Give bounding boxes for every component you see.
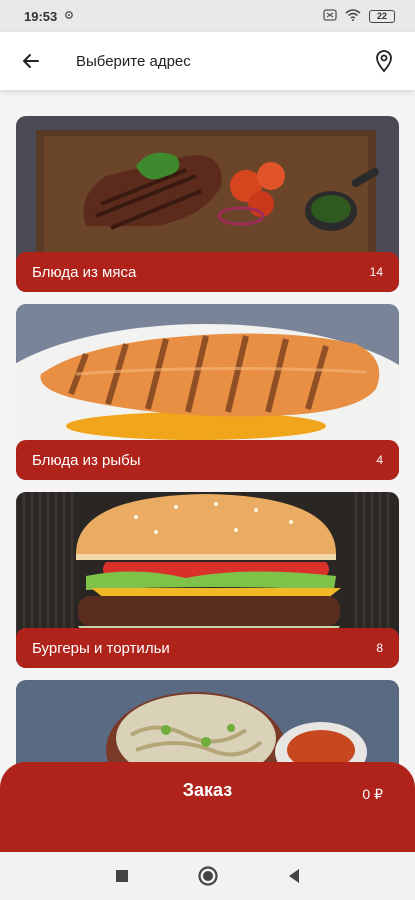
home-icon[interactable] bbox=[196, 864, 220, 888]
category-label-bar: Бургеры и тортильи 8 bbox=[16, 628, 399, 668]
wifi-icon bbox=[345, 8, 361, 24]
category-count: 14 bbox=[369, 265, 383, 279]
category-name: Блюда из рыбы bbox=[32, 451, 141, 469]
category-name: Блюда из мяса bbox=[32, 263, 137, 281]
settings-icon bbox=[63, 9, 75, 24]
status-right: 22 bbox=[323, 8, 395, 24]
category-count: 8 bbox=[376, 641, 383, 655]
status-time: 19:53 bbox=[24, 8, 58, 24]
category-count: 4 bbox=[376, 453, 383, 467]
battery-icon: 22 bbox=[369, 9, 395, 23]
address-selector[interactable]: Выберите адрес bbox=[76, 53, 369, 70]
order-sum: 0 ₽ bbox=[362, 786, 383, 802]
no-sim-icon bbox=[323, 8, 337, 24]
order-button[interactable]: Заказ 0 ₽ bbox=[0, 762, 415, 852]
category-name: Бургеры и тортильи bbox=[32, 639, 170, 657]
back-arrow-icon[interactable] bbox=[16, 46, 46, 76]
category-card-meat[interactable]: Блюда из мяса 14 bbox=[16, 116, 399, 292]
category-card-burgers[interactable]: Бургеры и тортильи 8 bbox=[16, 492, 399, 668]
back-triangle-icon[interactable] bbox=[282, 864, 306, 888]
order-label: Заказ bbox=[182, 780, 233, 800]
category-label-bar: Блюда из мяса 14 bbox=[16, 252, 399, 292]
category-list[interactable]: Блюда из мяса 14 Блюда из рыбы 4 Бургеры… bbox=[0, 90, 415, 850]
category-label-bar: Блюда из рыбы 4 bbox=[16, 440, 399, 480]
status-bar: 19:53 22 bbox=[0, 0, 415, 32]
app-bar: Выберите адрес bbox=[0, 32, 415, 90]
location-pin-icon[interactable] bbox=[369, 46, 399, 76]
category-card-fish[interactable]: Блюда из рыбы 4 bbox=[16, 304, 399, 480]
recent-apps-icon[interactable] bbox=[110, 864, 134, 888]
status-left: 19:53 bbox=[24, 9, 75, 24]
system-nav-bar bbox=[0, 852, 415, 900]
